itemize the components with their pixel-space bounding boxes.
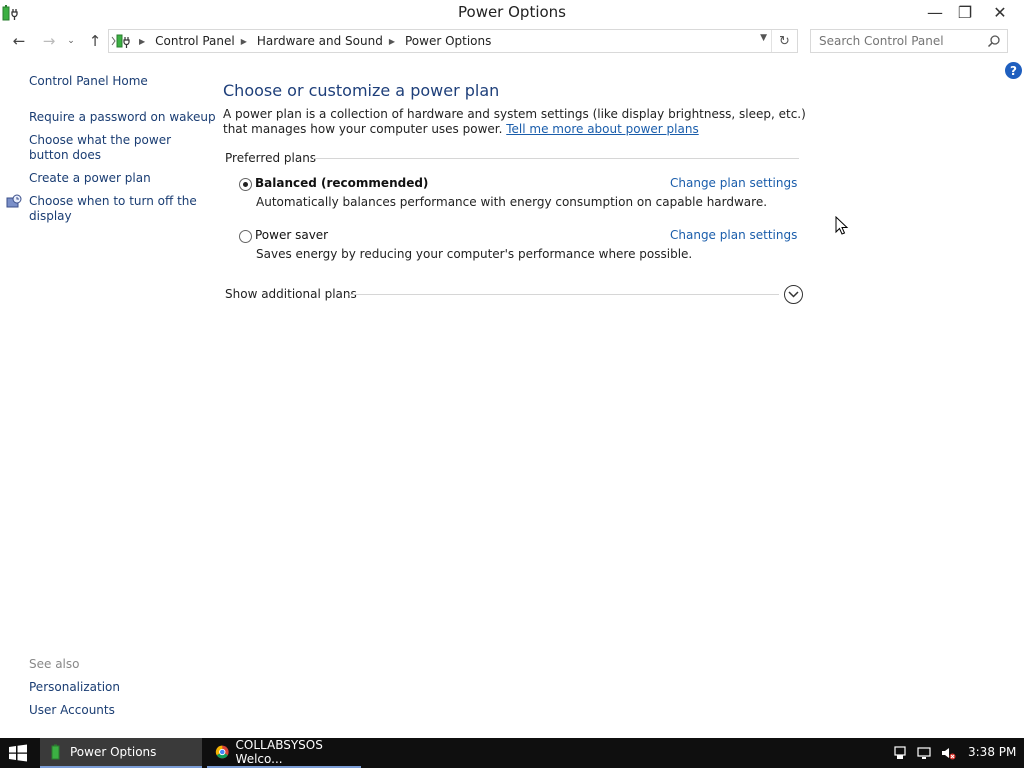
turn-off-display-link[interactable]: Choose when to turn off the display bbox=[29, 194, 199, 224]
title-bar: Power Options — ❐ ✕ bbox=[0, 0, 1024, 26]
windows-start-icon[interactable] bbox=[8, 744, 28, 762]
control-panel-home-link[interactable]: Control Panel Home bbox=[29, 74, 148, 89]
clock[interactable]: 3:38 PM bbox=[968, 745, 1016, 759]
section-divider bbox=[349, 294, 779, 295]
power-options-icon bbox=[111, 34, 130, 48]
chevron-down-icon bbox=[788, 291, 799, 298]
breadcrumb-control-panel[interactable]: Control Panel bbox=[155, 34, 235, 48]
expand-additional-plans-button[interactable] bbox=[784, 285, 803, 304]
power-options-icon bbox=[51, 744, 60, 760]
navigation-bar: ← → ⌄ ↑ ▶ Control Panel ▶ Hardware and S… bbox=[0, 26, 1024, 56]
power-saver-plan-description: Saves energy by reducing your computer's… bbox=[256, 247, 693, 261]
taskbar-item-label: Power Options bbox=[70, 745, 157, 759]
power-button-link[interactable]: Choose what the power button does bbox=[29, 133, 204, 163]
search-icon[interactable] bbox=[987, 34, 1001, 48]
breadcrumb-hardware-and-sound[interactable]: Hardware and Sound bbox=[257, 34, 383, 48]
require-password-link[interactable]: Require a password on wakeup bbox=[29, 110, 216, 125]
display-timer-icon bbox=[6, 194, 22, 208]
chrome-icon bbox=[215, 745, 229, 759]
power-saver-change-settings-link[interactable]: Change plan settings bbox=[670, 228, 797, 242]
refresh-button[interactable]: ↻ bbox=[771, 30, 797, 52]
breadcrumb-separator-icon: ▶ bbox=[139, 36, 146, 46]
see-also-heading: See also bbox=[29, 657, 80, 671]
balanced-radio[interactable] bbox=[239, 178, 252, 191]
recent-locations-button[interactable]: ⌄ bbox=[64, 30, 78, 52]
taskbar-item-browser[interactable]: COLLABSYSOS Welco... bbox=[207, 738, 361, 768]
breadcrumb-separator-icon[interactable]: ▶ bbox=[241, 37, 247, 46]
volume-muted-icon[interactable] bbox=[940, 745, 956, 761]
action-center-icon[interactable] bbox=[892, 745, 908, 761]
taskbar: Power Options COLLABSYSOS Welco... 3:38 … bbox=[0, 738, 1024, 768]
forward-button[interactable]: → bbox=[38, 30, 60, 52]
minimize-button[interactable]: — bbox=[918, 0, 952, 24]
page-description: A power plan is a collection of hardware… bbox=[223, 107, 813, 137]
breadcrumb-separator-icon[interactable]: ▶ bbox=[389, 37, 395, 46]
show-additional-plans-label[interactable]: Show additional plans bbox=[225, 287, 357, 301]
address-bar[interactable]: ▶ Control Panel ▶ Hardware and Sound ▶ P… bbox=[108, 29, 798, 53]
close-button[interactable]: ✕ bbox=[983, 0, 1017, 24]
back-button[interactable]: ← bbox=[8, 30, 30, 52]
window-title: Power Options bbox=[458, 3, 566, 21]
power-saver-radio[interactable] bbox=[239, 230, 252, 243]
create-power-plan-link[interactable]: Create a power plan bbox=[29, 171, 151, 186]
network-icon[interactable] bbox=[916, 745, 932, 761]
search-input[interactable] bbox=[811, 34, 981, 48]
balanced-change-settings-link[interactable]: Change plan settings bbox=[670, 176, 797, 190]
search-box[interactable] bbox=[810, 29, 1008, 53]
restore-button[interactable]: ❐ bbox=[948, 0, 982, 24]
preferred-plans-heading: Preferred plans bbox=[225, 151, 317, 165]
up-button[interactable]: ↑ bbox=[84, 30, 106, 52]
address-dropdown-icon[interactable]: ▼ bbox=[760, 33, 767, 43]
mouse-cursor-icon bbox=[835, 216, 849, 235]
help-button[interactable]: ? bbox=[1005, 62, 1022, 79]
section-divider bbox=[313, 158, 799, 159]
breadcrumb-power-options[interactable]: Power Options bbox=[405, 34, 491, 48]
personalization-link[interactable]: Personalization bbox=[29, 680, 120, 695]
taskbar-item-label: COLLABSYSOS Welco... bbox=[235, 738, 323, 766]
page-title: Choose or customize a power plan bbox=[223, 81, 500, 100]
system-tray bbox=[892, 744, 964, 762]
balanced-plan-description: Automatically balances performance with … bbox=[256, 195, 768, 209]
learn-more-link[interactable]: Tell me more about power plans bbox=[506, 122, 698, 136]
balanced-plan-name[interactable]: Balanced (recommended) bbox=[255, 176, 428, 190]
user-accounts-link[interactable]: User Accounts bbox=[29, 703, 115, 718]
taskbar-item-power-options[interactable]: Power Options bbox=[40, 738, 202, 768]
power-saver-plan-name[interactable]: Power saver bbox=[255, 228, 328, 242]
